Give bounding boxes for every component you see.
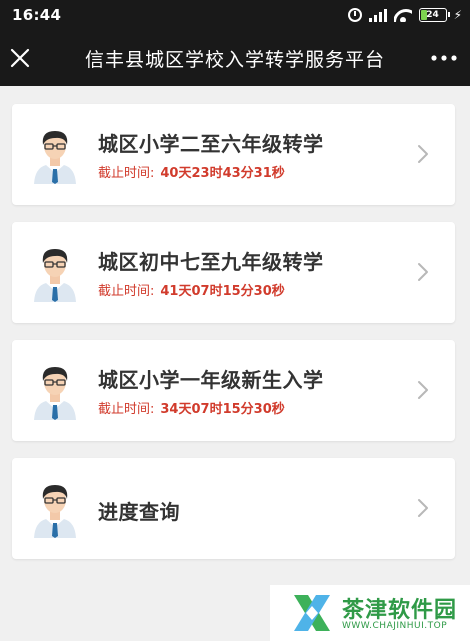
signal-icon — [368, 8, 387, 22]
status-bar: 16:44 24 ⚡ — [0, 0, 470, 30]
status-time: 16:44 — [12, 6, 62, 24]
watermark-logo-icon — [294, 595, 330, 631]
battery-level: 24 — [426, 10, 439, 20]
wifi-icon — [394, 8, 412, 22]
avatar — [34, 367, 76, 420]
service-item-grade1-enrollment[interactable]: 城区小学一年级新生入学 截止时间: 34天07时15分30秒 — [12, 340, 455, 441]
chevron-right-icon — [418, 499, 428, 517]
title-bar: 信丰县城区学校入学转学服务平台 — [0, 30, 470, 86]
page-title: 信丰县城区学校入学转学服务平台 — [84, 49, 385, 71]
battery-icon: 24 — [418, 8, 450, 22]
alarm-icon — [347, 8, 362, 22]
watermark-url: WWW.CHAJINHUI.TOP — [342, 621, 448, 631]
chevron-right-icon — [418, 145, 428, 163]
chevron-right-icon — [418, 263, 428, 281]
deadline: 截止时间: 34天07时15分30秒 — [98, 398, 285, 417]
avatar — [34, 131, 76, 184]
deadline-label: 截止时间: — [98, 166, 155, 181]
service-title: 城区小学二至六年级转学 — [98, 132, 324, 156]
chevron-right-icon — [418, 381, 428, 399]
watermark-text: 茶津软件园 — [342, 598, 458, 623]
charging-icon: ⚡ — [453, 8, 462, 22]
watermark: 茶津软件园 WWW.CHAJINHUI.TOP — [270, 585, 470, 641]
service-item-progress-query[interactable]: 进度查询 — [12, 458, 455, 559]
service-list: 城区小学二至六年级转学 截止时间: 40天23时43分31秒 城区初中七至九年级转… — [12, 104, 455, 576]
avatar — [34, 485, 76, 538]
status-icons: 24 ⚡ — [347, 5, 462, 25]
service-item-primary-transfer[interactable]: 城区小学二至六年级转学 截止时间: 40天23时43分31秒 — [12, 104, 455, 205]
deadline: 截止时间: 40天23时43分31秒 — [98, 162, 285, 181]
close-icon[interactable] — [6, 44, 34, 72]
countdown: 41天07时15分30秒 — [160, 284, 285, 299]
service-item-middle-transfer[interactable]: 城区初中七至九年级转学 截止时间: 41天07时15分30秒 — [12, 222, 455, 323]
service-title: 城区小学一年级新生入学 — [98, 368, 324, 392]
service-title: 进度查询 — [98, 500, 180, 524]
countdown: 34天07时15分30秒 — [160, 402, 285, 417]
avatar — [34, 249, 76, 302]
deadline: 截止时间: 41天07时15分30秒 — [98, 280, 285, 299]
deadline-label: 截止时间: — [98, 284, 155, 299]
countdown: 40天23时43分31秒 — [160, 166, 285, 181]
more-icon[interactable] — [428, 48, 460, 68]
service-title: 城区初中七至九年级转学 — [98, 250, 324, 274]
deadline-label: 截止时间: — [98, 402, 155, 417]
